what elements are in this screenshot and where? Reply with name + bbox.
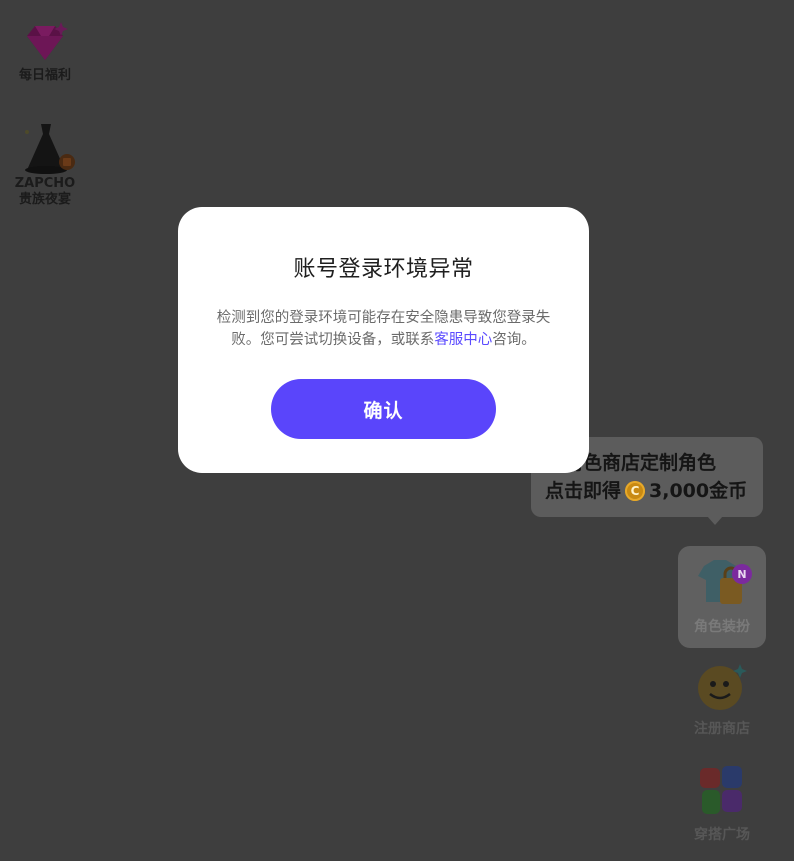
daily-welfare-label: 每日福利 [18,68,71,83]
dialog-message: 检测到您的登录环境可能存在安全隐患导致您登录失败。您可尝试切换设备，或联系客服中… [209,307,559,351]
role-dressup-entry[interactable]: N 角色装扮 [678,546,766,648]
noble-banquet-entry[interactable]: ZAPCHO 贵族夜宴 [8,120,82,208]
customer-service-link[interactable]: 客服中心 [434,332,492,348]
login-error-dialog: 账号登录环境异常 检测到您的登录环境可能存在安全隐患导致您登录失败。您可尝试切换… [178,207,589,473]
app-screen: 每日福利 ZAPCHO 贵族夜宴 去角色商店定制角色 点击即得 C 3,000金… [0,0,794,861]
diamond-gift-icon [16,18,74,68]
register-shop-label: 注册商店 [694,721,750,737]
outfit-square-label: 穿搭广场 [694,827,750,843]
role-dressup-label: 角色装扮 [694,619,750,635]
dialog-message-suffix: 咨询。 [492,332,536,348]
daily-welfare-entry[interactable]: 每日福利 [8,18,82,84]
confirm-button[interactable]: 确认 [271,379,496,439]
tooltip-line2-prefix: 点击即得 [545,480,622,502]
register-shop-entry[interactable]: 注册商店 [678,662,766,738]
coin-icon: C [625,481,646,501]
new-badge: N [732,564,752,584]
tooltip-line2: 点击即得 C 3,000金币 [545,477,763,505]
outfit-square-entry[interactable]: 穿搭广场 [678,764,766,844]
gown-icon [15,120,75,176]
tooltip-tail [707,516,723,525]
noble-banquet-brand: ZAPCHO [14,176,76,191]
tshirt-bag-icon: N [678,556,766,614]
noble-banquet-label: 贵族夜宴 [18,192,71,207]
letter-blocks-icon [694,764,750,822]
dialog-title: 账号登录环境异常 [293,257,474,282]
tooltip-reward-amount: 3,000金币 [649,480,748,502]
smiley-face-icon [694,662,750,716]
